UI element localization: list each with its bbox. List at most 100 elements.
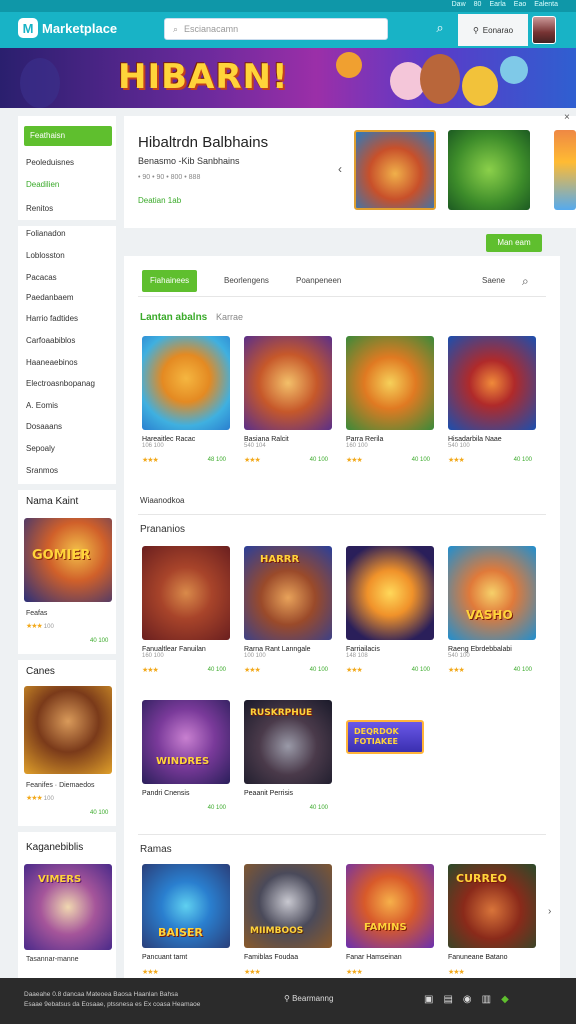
sidebar-item[interactable]: Folianadon: [26, 229, 66, 238]
top-link[interactable]: 80: [474, 1, 482, 8]
app-logo[interactable]: M Marketplace: [18, 18, 117, 38]
share-icon[interactable]: ▤: [443, 994, 452, 1005]
tab-active[interactable]: Fiahainees: [142, 270, 198, 292]
sidebar-item[interactable]: Dosaaans: [26, 422, 62, 431]
person-icon: ⚲: [284, 994, 290, 1003]
promo-card[interactable]: GOMIER: [24, 518, 112, 602]
game-thumbnail: [244, 336, 332, 430]
promo-rating-row: ★★★ 100: [26, 794, 54, 802]
promo-card[interactable]: VIMERS: [24, 864, 112, 950]
chevron-right-icon[interactable]: ›: [548, 906, 551, 917]
sidebar-item[interactable]: Peoleduisnes: [26, 158, 74, 167]
sidebar-item[interactable]: Pacacas: [26, 273, 57, 282]
sidebar-item[interactable]: Electroasnbopanag: [26, 379, 95, 388]
sidebar-item[interactable]: Paedanbaem: [26, 293, 74, 302]
game-card[interactable]: Hisadarbila Naae 540 100 ★★★ 40 100: [446, 336, 540, 464]
sidebar-item[interactable]: Sepoaly: [26, 444, 55, 453]
game-card[interactable]: Hareaitlec Racac 106 100 ★★★ 48 100: [140, 336, 234, 464]
facebook-icon[interactable]: ▣: [424, 994, 433, 1005]
featured-thumbnail[interactable]: [448, 130, 530, 210]
game-title: Raeng Ebrdebbalabi: [448, 646, 512, 653]
featured-thumbnail[interactable]: [354, 130, 436, 210]
game-card[interactable]: MIIMBOOS Famiblas Foudaa ★★★: [242, 864, 336, 976]
search-input[interactable]: ⌕ Escianacamn: [164, 18, 388, 40]
price-label: 40 100: [207, 805, 226, 811]
sidebar-item[interactable]: Loblosston: [26, 251, 65, 260]
star-rating: ★★★: [346, 457, 363, 464]
sidebar-item[interactable]: Carfoaabiblos: [26, 336, 75, 345]
avatar[interactable]: [532, 16, 556, 44]
price-label: 40 100: [90, 810, 109, 816]
top-link[interactable]: Eao: [514, 1, 526, 8]
top-link[interactable]: Daw: [452, 1, 466, 8]
tab[interactable]: Beorlengens: [224, 270, 269, 292]
game-card[interactable]: WINDRES Pandri Cnensis 40 100: [140, 700, 234, 811]
android-icon[interactable]: ◆: [501, 994, 509, 1005]
game-title: Hisadarbila Naae: [448, 436, 502, 443]
game-thumbnail: [346, 546, 434, 640]
user-icon: ⚲: [472, 25, 479, 35]
game-card[interactable]: CURREO Fanuneane Batano ★★★: [446, 864, 540, 976]
section-label: Wiaanodkoa: [140, 496, 185, 505]
promo-card[interactable]: [24, 686, 112, 774]
star-rating: ★★★: [142, 457, 159, 464]
featured-thumbnail[interactable]: [554, 130, 576, 210]
top-link[interactable]: Earla: [489, 1, 505, 8]
game-card[interactable]: FAMINS Fanar Hamseinan ★★★: [344, 864, 438, 976]
game-card[interactable]: Fanualtlear Fanuilan 160 100 ★★★ 40 100: [140, 546, 234, 674]
header-search-icon[interactable]: ⌕: [432, 20, 448, 36]
top-link[interactable]: Ealenta: [534, 1, 558, 8]
promo-badge[interactable]: DEQRDOK FOTIAKEE: [346, 720, 424, 754]
search-icon[interactable]: ⌕: [522, 270, 529, 292]
account-button[interactable]: ⚲ Eonarao: [458, 14, 528, 46]
close-icon[interactable]: ×: [564, 112, 570, 123]
footer-link[interactable]: ⚲ Bearmanng: [284, 994, 333, 1003]
promo-name: Tasannar-manne: [26, 956, 79, 963]
banner-character: [420, 54, 460, 104]
footer-link-label: Bearmanng: [292, 994, 334, 1003]
top-links: Daw 80 Earla Eao Ealenta: [452, 1, 558, 8]
game-card[interactable]: RUSKRPHUE Peaanit Perrisis 40 100: [242, 700, 336, 811]
star-rating: ★★★: [26, 623, 43, 630]
featured-link[interactable]: Deatian 1ab: [138, 196, 181, 205]
sort-dropdown[interactable]: Saene: [482, 270, 505, 292]
app-header: M Marketplace ⌕ Escianacamn ⌕ ⚲ Eonarao: [0, 12, 576, 48]
price-label: 40 100: [207, 667, 226, 673]
tab[interactable]: Poanpeneen: [296, 270, 341, 292]
game-thumbnail: FAMINS: [346, 864, 434, 948]
divider: [138, 514, 546, 515]
price-label: 40 100: [513, 667, 532, 673]
promo-banner[interactable]: HIBARN!: [0, 48, 576, 108]
section-title: Ramas: [140, 844, 172, 855]
footer: Daaeahe 0.8 dancaa Mateoea Baosa Haanlan…: [0, 978, 576, 1024]
footer-text-line: Esaae 9ebatsus da Eosaae, ptssnesa es Ex…: [24, 1001, 201, 1008]
chevron-left-icon[interactable]: ‹: [338, 162, 342, 176]
game-thumbnail: MIIMBOOS: [244, 864, 332, 948]
see-more-button[interactable]: Man eam: [486, 234, 542, 252]
game-card[interactable]: Parra Rerila 160 100 ★★★ 40 100: [344, 336, 438, 464]
star-rating: ★★★: [448, 667, 465, 674]
game-card[interactable]: HARRR Rarna Rant Lanngale 100 100 ★★★ 40 …: [242, 546, 336, 674]
bookmark-icon[interactable]: ▥: [482, 994, 491, 1005]
sidebar-item-active[interactable]: Feathaisn: [24, 126, 112, 146]
sidebar-item[interactable]: Haaneaebinos: [26, 358, 78, 367]
game-card[interactable]: VASHO Raeng Ebrdebbalabi 540 100 ★★★ 40 1…: [446, 546, 540, 674]
sidebar-item[interactable]: Sranmos: [26, 466, 58, 475]
promo-name: Feafas: [26, 610, 48, 617]
star-rating: ★★★: [448, 969, 465, 976]
section-title-main: Lantan abalns: [140, 312, 208, 323]
game-title: Fanualtlear Fanuilan: [142, 646, 206, 653]
game-card[interactable]: Farriailacis 148 108 ★★★ 40 100: [344, 546, 438, 674]
game-title: Pancuant tamt: [142, 954, 188, 961]
featured-title: Hibaltrdn Balbhains: [138, 134, 269, 151]
sidebar-item[interactable]: Deadilien: [26, 180, 59, 189]
game-card[interactable]: Basiana Ralcit 540 104 ★★★ 40 100: [242, 336, 336, 464]
star-rating: ★★★: [346, 969, 363, 976]
game-title: Basiana Ralcit: [244, 436, 289, 443]
sidebar-item[interactable]: Renitos: [26, 204, 53, 213]
sidebar-item[interactable]: Harrio fadtides: [26, 314, 78, 323]
game-title: Parra Rerila: [346, 436, 384, 443]
chat-icon[interactable]: ◉: [463, 994, 472, 1005]
game-card[interactable]: BAISER Pancuant tamt ★★★: [140, 864, 234, 976]
sidebar-item[interactable]: A. Eomis: [26, 401, 58, 410]
